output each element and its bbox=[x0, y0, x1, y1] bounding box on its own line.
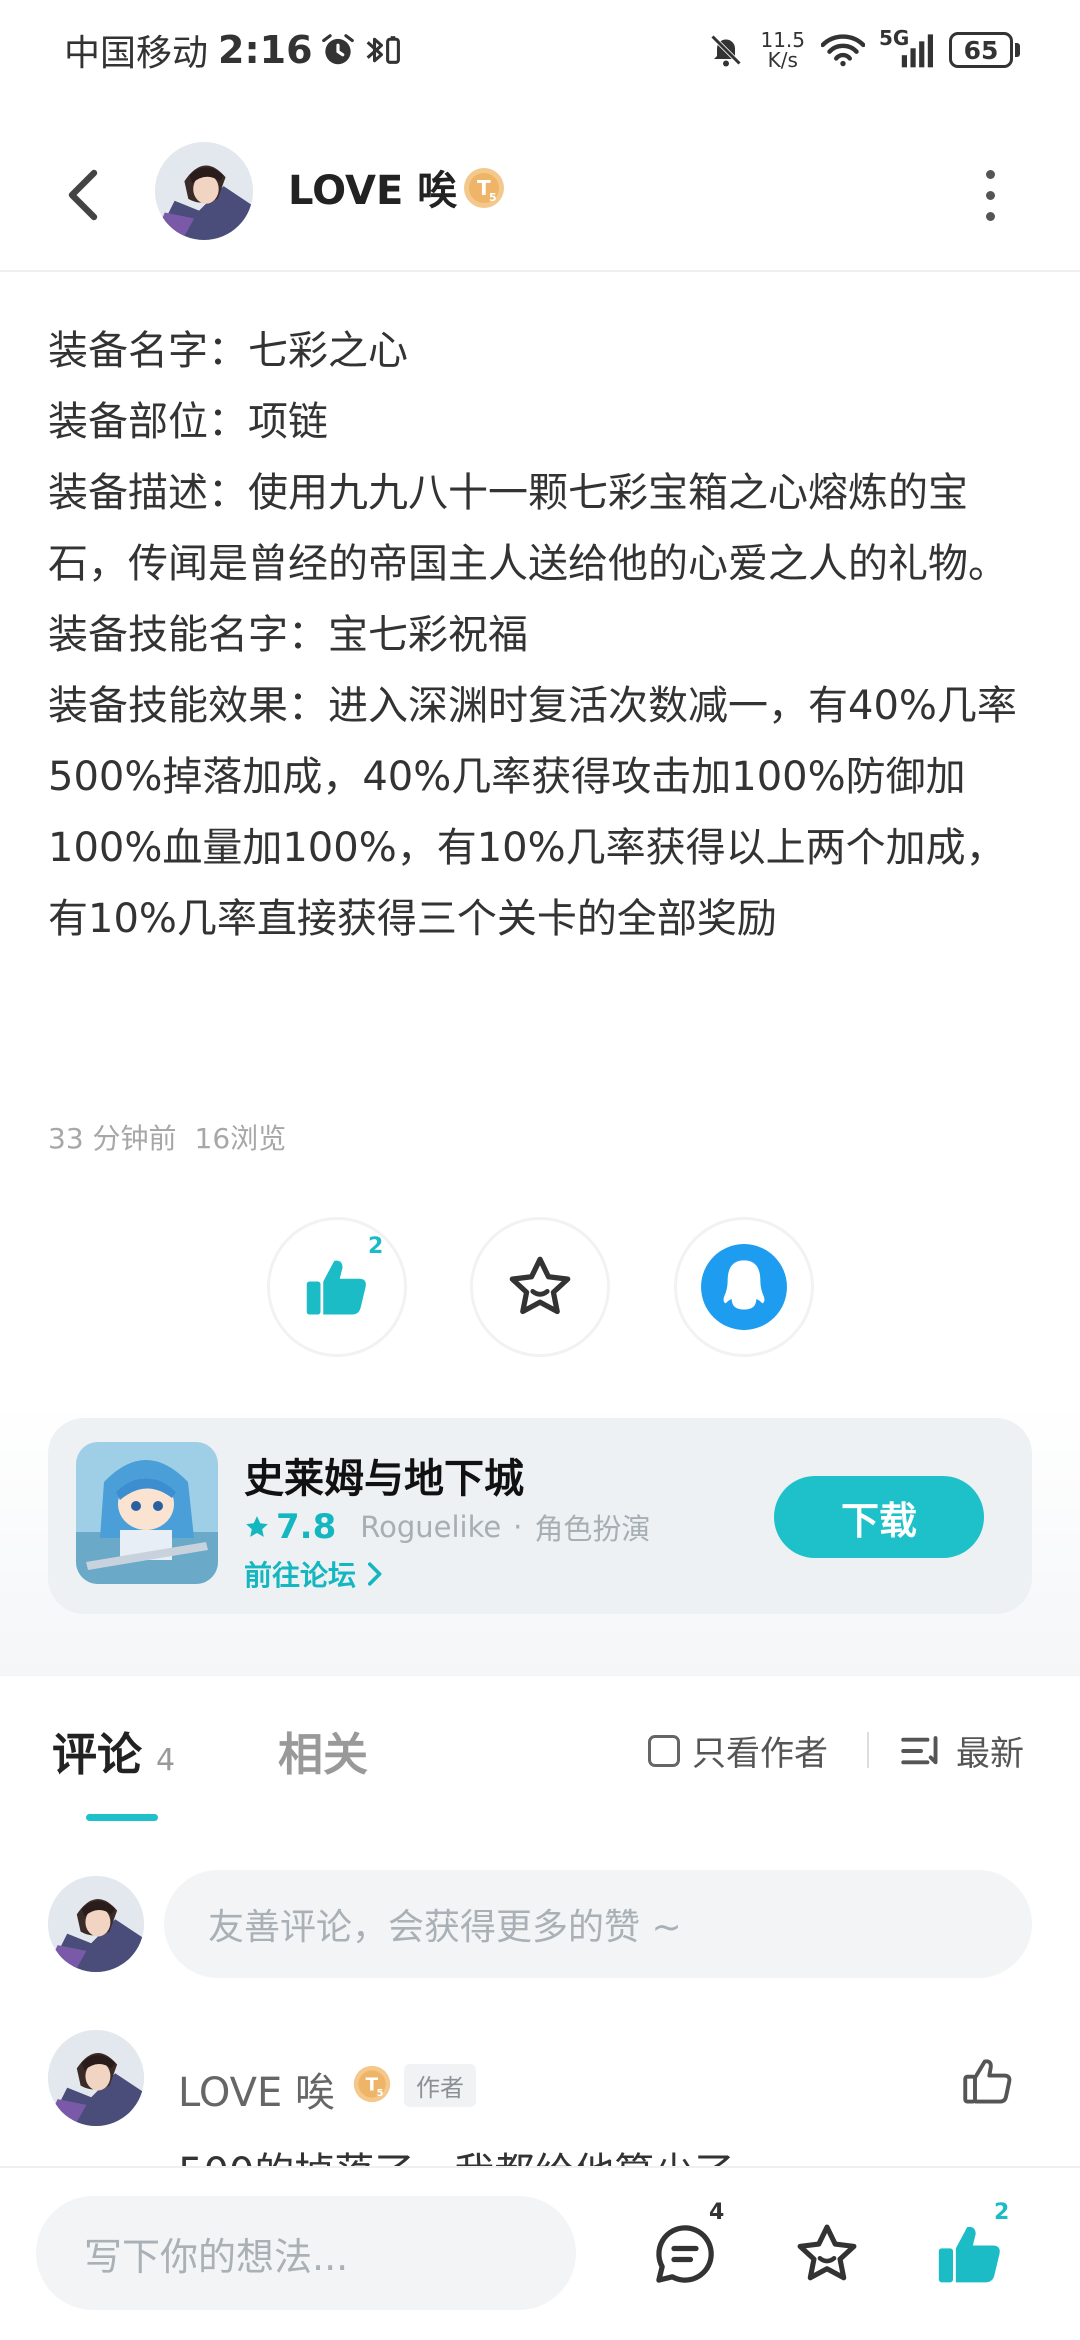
section-divider bbox=[0, 1675, 1080, 1676]
more-dot-icon bbox=[985, 190, 995, 200]
network-type: 5G bbox=[879, 26, 910, 50]
go-to-forum-link[interactable]: 前往论坛 bbox=[244, 1554, 384, 1594]
back-button[interactable] bbox=[52, 160, 116, 230]
author-only-label: 只看作者 bbox=[692, 1734, 828, 1774]
tab-comments[interactable]: 评论 4 bbox=[52, 1718, 175, 1783]
author-tag: 作者 bbox=[404, 2064, 476, 2107]
game-rating-row: 7.8 Roguelike · 角色扮演 bbox=[244, 1506, 650, 1548]
bottom-like-button[interactable]: 2 bbox=[930, 2200, 1010, 2294]
sort-label: 最新 bbox=[956, 1734, 1024, 1774]
game-tag-category: 角色扮演 bbox=[534, 1512, 651, 1546]
post-header: LOVE 唉 T5 bbox=[0, 120, 1080, 270]
svg-text:5: 5 bbox=[489, 191, 497, 204]
cellular-signal-icon: 5G bbox=[879, 26, 933, 68]
mute-bell-icon bbox=[708, 32, 744, 68]
bottom-like-count: 2 bbox=[994, 2200, 1010, 2225]
header-divider bbox=[0, 270, 1080, 272]
bottom-favorite-button[interactable] bbox=[787, 2214, 867, 2294]
post-detail-page: 中国移动 2:16 11.5 K/s 5G 65 LOVE 唉 T 5 装备名字… bbox=[0, 0, 1080, 2340]
download-button[interactable]: 下载 bbox=[774, 1476, 984, 1558]
level-badge-icon: T5 bbox=[352, 2064, 392, 2108]
qq-icon bbox=[701, 1244, 787, 1330]
my-avatar bbox=[48, 1876, 144, 1972]
game-name: 史莱姆与地下城 bbox=[244, 1456, 524, 1502]
alarm-icon bbox=[319, 31, 357, 69]
avatar-image bbox=[48, 2030, 144, 2126]
like-count: 2 bbox=[368, 1234, 384, 1259]
filter-divider bbox=[867, 1732, 869, 1768]
level-badge-icon: T5 bbox=[462, 166, 506, 210]
battery-indicator: 65 bbox=[949, 32, 1020, 68]
active-tab-indicator bbox=[86, 1814, 158, 1821]
tab-comments-label: 评论 bbox=[52, 1728, 143, 1781]
network-speed-unit: K/s bbox=[767, 48, 798, 72]
more-options-button[interactable] bbox=[968, 160, 1012, 230]
status-bar: 中国移动 2:16 11.5 K/s 5G 65 bbox=[0, 0, 1080, 100]
game-rating: 7.8 bbox=[276, 1507, 337, 1547]
comment-bubble-icon bbox=[656, 2225, 714, 2283]
thumbs-up-icon bbox=[306, 1260, 366, 1315]
sort-button[interactable]: 最新 bbox=[900, 1726, 1024, 1775]
star-icon bbox=[509, 1256, 571, 1315]
bottom-action-bar: 写下你的想法... 4 2 bbox=[0, 2166, 1080, 2340]
bluetooth-battery-icon bbox=[363, 31, 403, 69]
clock-time: 2:16 bbox=[218, 28, 313, 72]
sort-icon bbox=[901, 1735, 938, 1764]
game-card[interactable]: 史莱姆与地下城 7.8 Roguelike · 角色扮演 前往论坛 下载 bbox=[48, 1418, 1032, 1614]
thumbs-up-outline-icon bbox=[963, 2059, 1012, 2104]
network-speed-value: 11.5 bbox=[760, 28, 805, 52]
commenter-avatar[interactable] bbox=[48, 2030, 144, 2126]
post-time: 33 分钟前 bbox=[48, 1122, 177, 1155]
favorite-button[interactable] bbox=[470, 1217, 610, 1357]
equipment-skill-name-line: 装备技能名字：宝七彩祝福 bbox=[48, 612, 528, 658]
chevron-left-icon bbox=[68, 169, 98, 221]
tab-related[interactable]: 相关 bbox=[278, 1718, 368, 1783]
bottom-comment-input[interactable]: 写下你的想法... bbox=[36, 2196, 576, 2310]
author-name[interactable]: LOVE 唉 bbox=[288, 158, 457, 216]
post-meta: 33 分钟前 16浏览 bbox=[48, 1117, 286, 1157]
author-avatar[interactable] bbox=[155, 142, 253, 240]
avatar-image bbox=[155, 142, 253, 240]
forum-link-label: 前往论坛 bbox=[244, 1559, 357, 1592]
comment-button[interactable]: 4 bbox=[645, 2200, 725, 2294]
battery-level: 65 bbox=[949, 32, 1013, 68]
game-tag-genre: Roguelike bbox=[360, 1510, 502, 1544]
status-bar-right: 11.5 K/s 5G 65 bbox=[708, 26, 1020, 70]
comment-count: 4 bbox=[709, 2200, 725, 2225]
equipment-skill-effect-line: 装备技能效果：进入深渊时复活次数减一，有40%几率500%掉落加成，40%几率获… bbox=[48, 683, 1017, 942]
svg-text:5: 5 bbox=[377, 2088, 384, 2099]
more-dot-icon bbox=[985, 211, 995, 221]
equipment-description-line: 装备描述：使用九九八十一颗七彩宝箱之心熔炼的宝石，传闻是曾经的帝国主人送给他的心… bbox=[48, 470, 1008, 587]
comment-input[interactable]: 友善评论，会获得更多的赞 ~ bbox=[164, 1870, 1032, 1978]
status-bar-left: 中国移动 2:16 bbox=[64, 24, 403, 76]
thumbs-up-icon bbox=[938, 2226, 1000, 2283]
like-button[interactable]: 2 bbox=[267, 1217, 407, 1357]
chevron-right-icon bbox=[367, 1562, 382, 1586]
rating-star-icon bbox=[246, 1516, 268, 1537]
network-speed: 11.5 K/s bbox=[760, 30, 805, 70]
comment-like-button[interactable] bbox=[962, 2056, 1014, 2110]
game-icon bbox=[76, 1442, 218, 1584]
tab-comments-count: 4 bbox=[156, 1743, 176, 1778]
wifi-icon bbox=[821, 32, 865, 68]
post-views: 16浏览 bbox=[194, 1122, 287, 1155]
share-qq-button[interactable] bbox=[674, 1217, 814, 1357]
equipment-slot-line: 装备部位：项链 bbox=[48, 399, 328, 445]
more-dot-icon bbox=[985, 169, 995, 179]
equipment-name-line: 装备名字：七彩之心 bbox=[48, 328, 408, 374]
commenter-name[interactable]: LOVE 唉 bbox=[178, 2060, 335, 2118]
star-icon bbox=[797, 2224, 857, 2281]
carrier-name: 中国移动 bbox=[64, 33, 209, 74]
author-only-checkbox[interactable] bbox=[648, 1734, 680, 1767]
avatar-image bbox=[48, 1876, 144, 1972]
tag-separator: · bbox=[513, 1510, 523, 1544]
author-only-toggle[interactable]: 只看作者 bbox=[648, 1726, 828, 1775]
post-content: 装备名字：七彩之心 装备部位：项链 装备描述：使用九九八十一颗七彩宝箱之心熔炼的… bbox=[48, 316, 1038, 955]
